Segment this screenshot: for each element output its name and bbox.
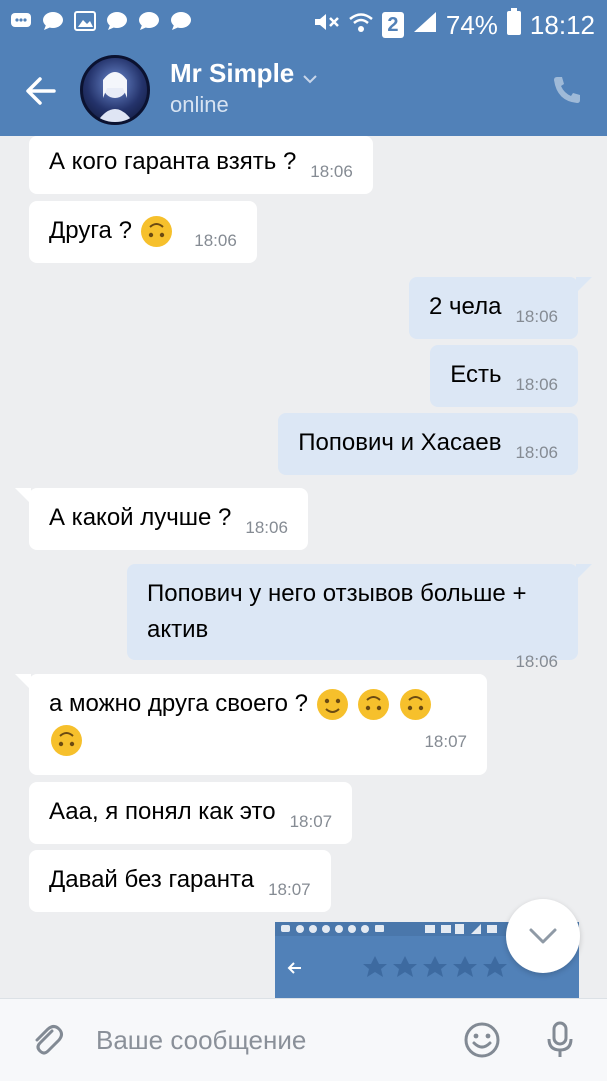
slightly-smiling-face-emoji-icon — [316, 689, 348, 721]
message-list[interactable]: А кого гаранта взять ? 18:06 Друга ? 18:0… — [0, 136, 607, 998]
notification-icons — [10, 10, 192, 32]
message-time: 18:07 — [268, 880, 311, 899]
message-bubble-outgoing[interactable]: Попович у него отзывов больше + актив 18… — [127, 564, 592, 671]
message-text: а можно друга своего ? — [49, 690, 309, 717]
message-bubble-incoming[interactable]: Ааа, я понял как это 18:07 — [29, 782, 353, 844]
message-time: 18:06 — [310, 162, 353, 181]
message-bubble-incoming[interactable]: А кого гаранта взять ? 18:06 — [29, 136, 373, 194]
contact-status: online — [170, 92, 229, 117]
status-bar: 2 74% 18:12 — [0, 0, 607, 46]
upside-down-face-emoji-icon — [140, 216, 172, 248]
microphone-icon[interactable] — [541, 1021, 579, 1059]
battery-icon — [506, 8, 522, 42]
message-bubble-outgoing[interactable]: Попович и Хасаев 18:06 — [278, 413, 578, 475]
message-bubble-incoming[interactable]: Давай без гаранта 18:07 — [29, 850, 331, 912]
message-bubble-incoming[interactable]: А какой лучше ? 18:06 — [15, 488, 308, 550]
chevron-down-icon — [302, 60, 318, 91]
chat-icon — [42, 10, 64, 32]
message-time: 18:06 — [194, 231, 237, 250]
upside-down-face-emoji-icon — [51, 725, 82, 757]
back-arrow-icon[interactable] — [24, 74, 58, 108]
message-time: 18:06 — [515, 375, 558, 394]
message-text: А кого гаранта взять ? — [49, 148, 297, 175]
message-time: 18:06 — [245, 518, 288, 537]
system-indicators: 2 74% 18:12 — [312, 8, 595, 42]
signal-icon — [412, 10, 438, 40]
mute-icon — [312, 10, 340, 40]
message-time: 18:07 — [424, 732, 467, 751]
contact-name: Mr Simple — [170, 58, 295, 88]
bubble-tail — [15, 674, 31, 690]
bubble-tail — [15, 488, 31, 504]
sim-badge: 2 — [381, 12, 404, 38]
clock: 18:12 — [529, 10, 595, 40]
chevron-down-icon — [528, 926, 558, 951]
message-text: Ааа, я понял как это — [49, 798, 276, 825]
message-text: Давай без гаранта — [49, 866, 255, 893]
wifi-icon — [348, 10, 374, 40]
message-bubble-outgoing[interactable]: 2 чела 18:06 — [409, 277, 592, 339]
message-input[interactable]: Ваше сообщение — [96, 1025, 306, 1056]
message-composer: Ваше сообщение — [0, 998, 607, 1081]
battery-percent: 74% — [445, 10, 498, 40]
message-bubble-incoming[interactable]: а можно друга своего ? 18:07 — [15, 674, 487, 775]
chat-icon — [138, 10, 160, 32]
chat-icon — [106, 10, 128, 32]
emoji-icon[interactable] — [463, 1021, 501, 1059]
conversation-header: Mr Simple online — [0, 46, 607, 136]
message-bubble-outgoing[interactable]: Есть 18:06 — [430, 345, 578, 407]
bubble-tail — [576, 564, 592, 580]
message-text: 2 чела — [429, 293, 502, 320]
message-time: 18:06 — [515, 443, 558, 462]
upside-down-face-emoji-icon — [358, 689, 390, 721]
message-text: Друга ? — [49, 217, 132, 244]
message-time: 18:06 — [515, 307, 558, 326]
message-bubble-incoming[interactable]: Друга ? 18:06 — [29, 201, 257, 263]
messenger-icon — [10, 10, 32, 32]
paperclip-icon[interactable] — [28, 1021, 66, 1059]
message-time: 18:07 — [289, 812, 333, 831]
upside-down-face-emoji-icon — [400, 689, 432, 721]
phone-icon[interactable] — [551, 74, 583, 106]
message-text: Есть — [450, 361, 502, 388]
message-text: Попович и Хасаев — [298, 429, 502, 456]
gallery-icon — [74, 10, 96, 32]
chat-icon — [170, 10, 192, 32]
scroll-down-button[interactable] — [506, 899, 580, 973]
message-text: А какой лучше ? — [49, 504, 232, 531]
bubble-tail — [576, 277, 592, 293]
message-text: Попович у него отзывов больше + актив — [147, 580, 527, 643]
contact-name-row[interactable]: Mr Simple — [170, 58, 318, 91]
avatar[interactable] — [80, 55, 150, 125]
